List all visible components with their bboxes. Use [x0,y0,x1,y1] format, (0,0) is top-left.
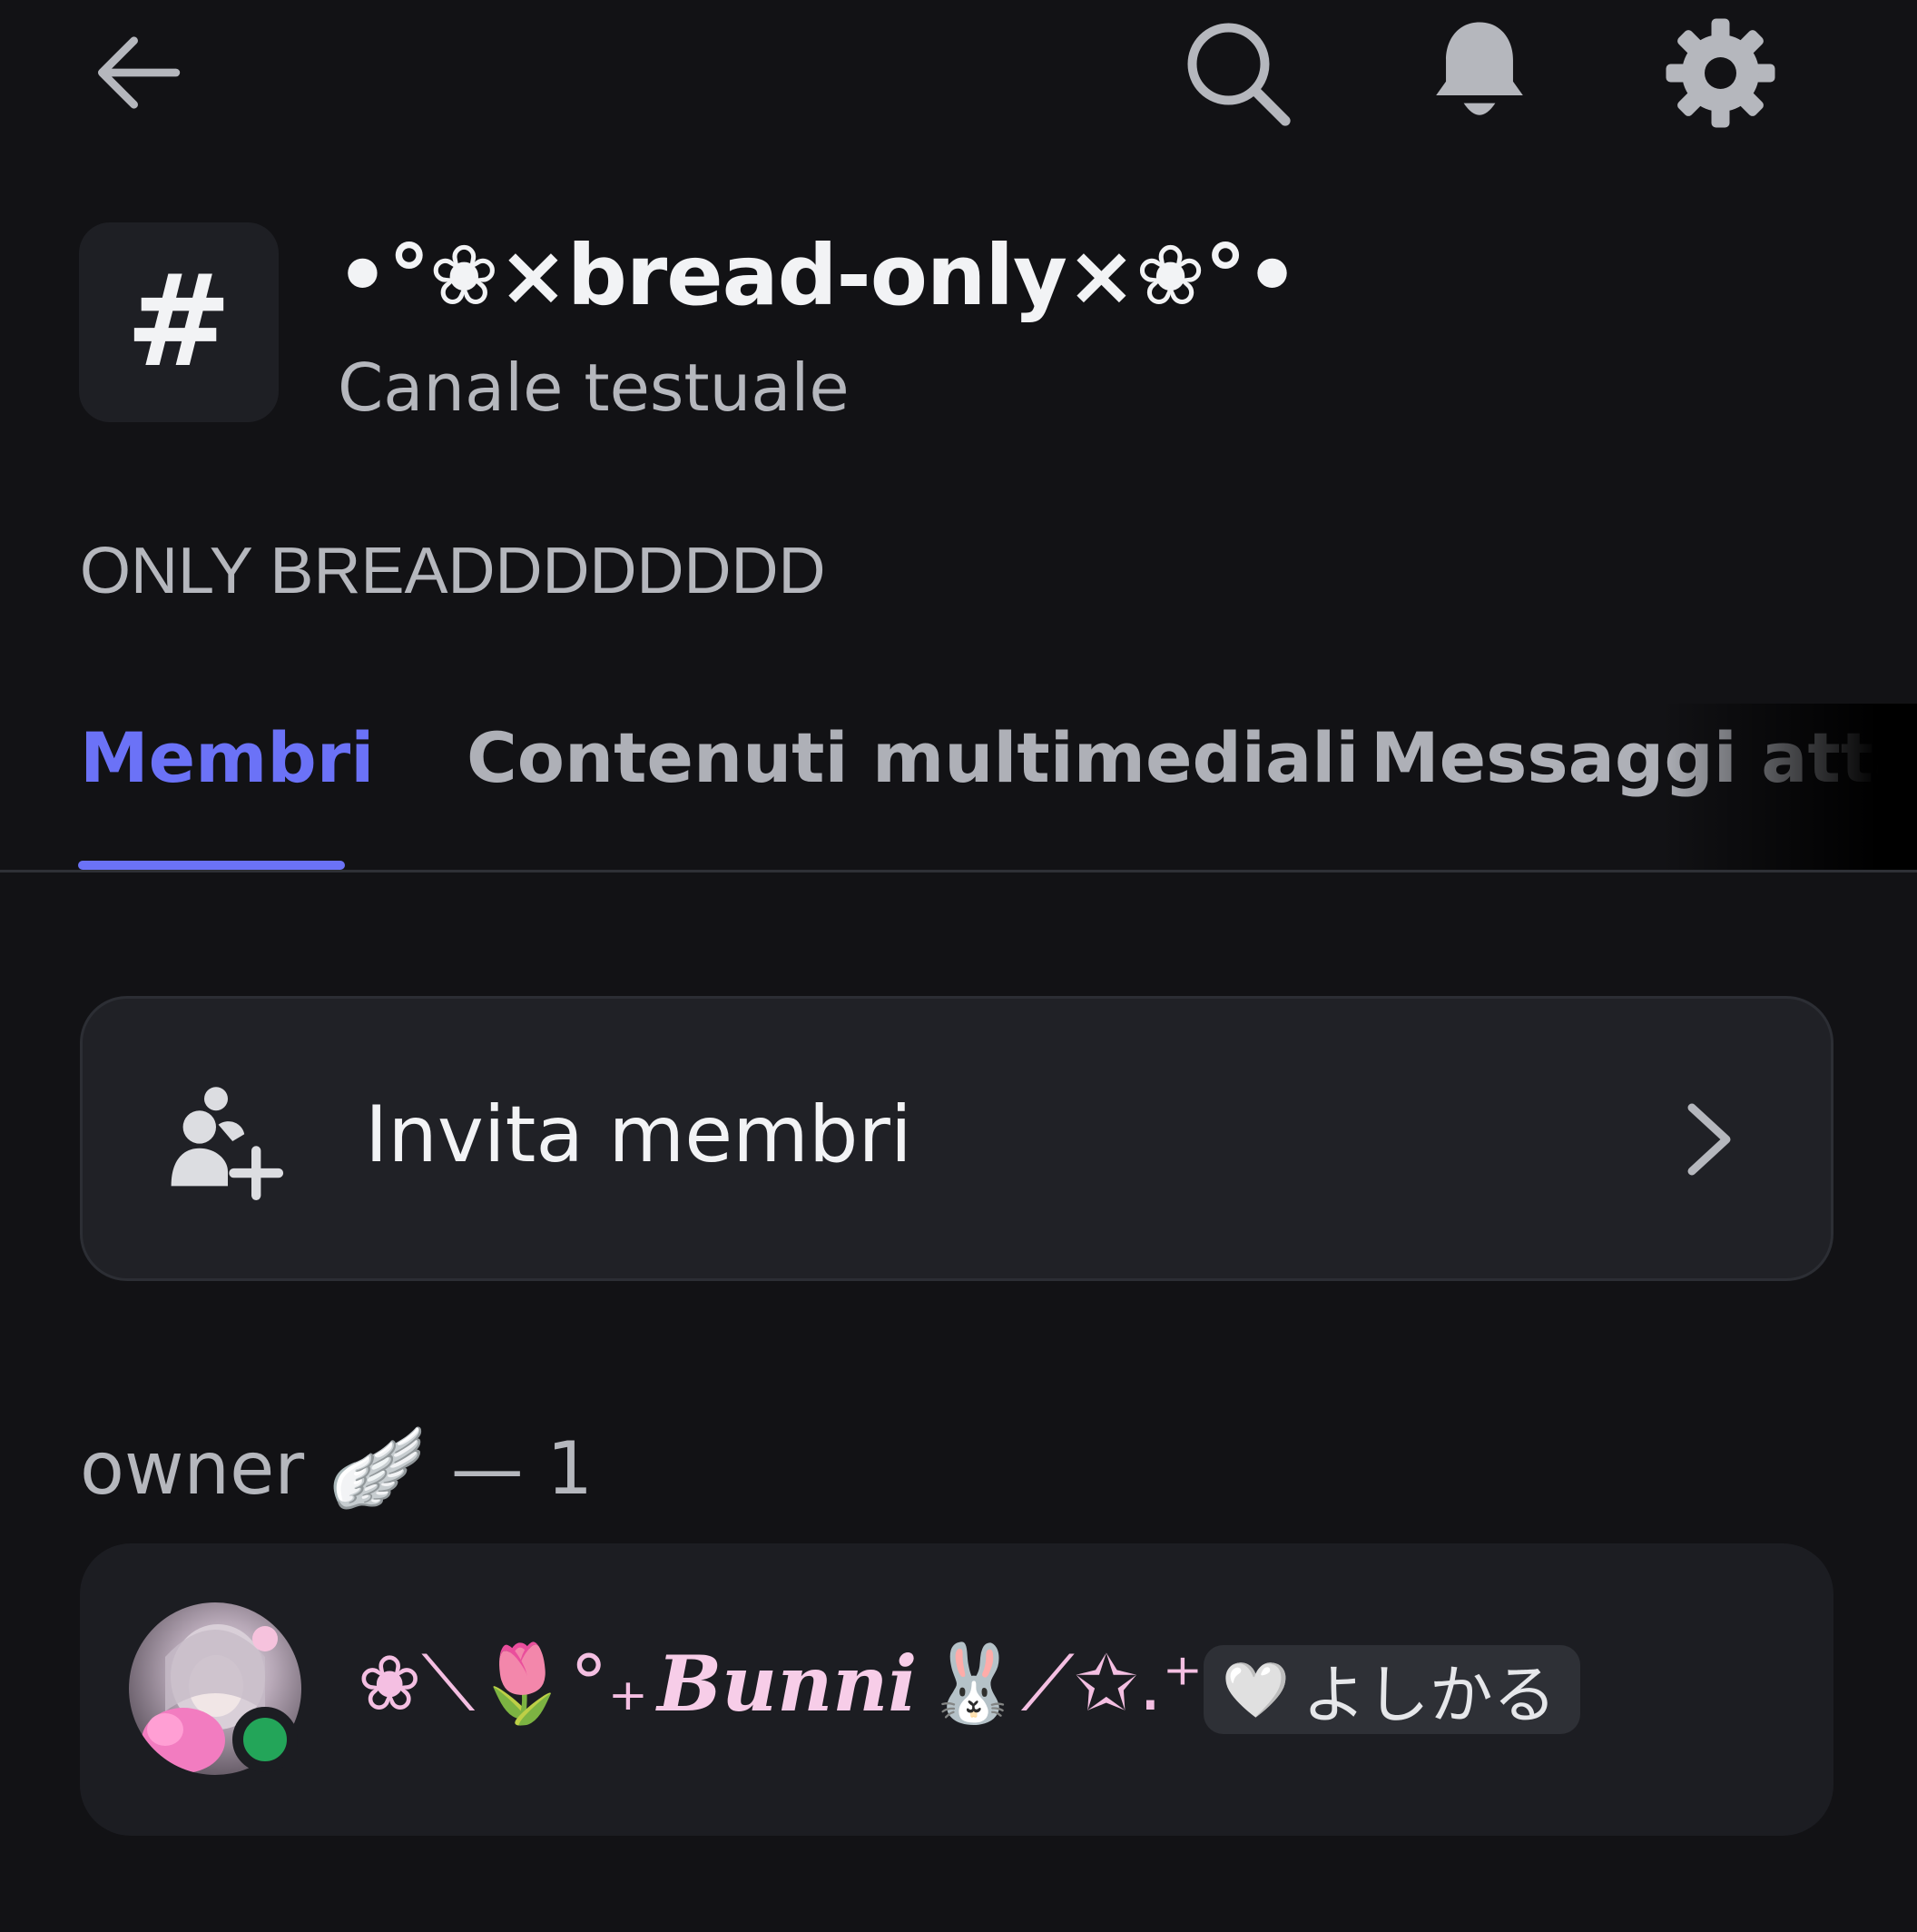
role-count: — 1 [450,1425,594,1511]
notifications-button[interactable] [1425,14,1534,132]
tab-divider [0,870,1917,872]
bell-icon [1436,22,1523,115]
chevron-right-icon [1677,1099,1741,1180]
tab-members[interactable]: Membri [80,717,374,798]
invite-members-button[interactable] [80,996,1833,1281]
server-tag-text: よしかる [1302,1657,1557,1732]
member-name-suffix: 🐰⟋✩.⁺ [926,1639,1204,1728]
back-button[interactable] [84,18,192,127]
arrow-left-icon [98,36,181,109]
tab-bar: Membri Contenuti multimediali Messaggi a… [0,699,1917,872]
tab-scroll-fade [1661,704,1917,872]
wing-icon: 🪽 [328,1421,428,1514]
hash-icon: # [125,248,232,396]
server-tag-badge[interactable]: 🤍 よしかる [1204,1645,1580,1734]
search-icon [1187,23,1291,126]
gear-icon [1666,18,1774,127]
online-status-indicator [232,1707,298,1772]
invite-members-label: Invita membri [365,1089,912,1180]
channel-name: •°❀×bread-only×❀°• [336,227,1299,324]
channel-topic: ONLY BREADDDDDDDD [80,535,826,607]
white-heart-icon: 🤍 [1222,1658,1290,1722]
channel-icon: # [79,222,279,422]
active-tab-indicator [78,861,345,870]
add-user-icon [169,1082,287,1200]
channel-type: Canale testuale [338,350,850,426]
tab-media[interactable]: Contenuti multimediali [467,717,1359,798]
role-name: owner [80,1425,305,1511]
search-button[interactable] [1178,14,1296,132]
role-header: owner 🪽 — 1 [80,1421,593,1515]
member-name-prefix: ❀⟍🌷°₊ [358,1639,649,1728]
member-name[interactable]: ❀⟍🌷°₊ Bunni 🐰⟋✩.⁺ [358,1639,1203,1729]
member-name-script: Bunni [657,1639,918,1729]
settings-button[interactable] [1661,14,1779,132]
